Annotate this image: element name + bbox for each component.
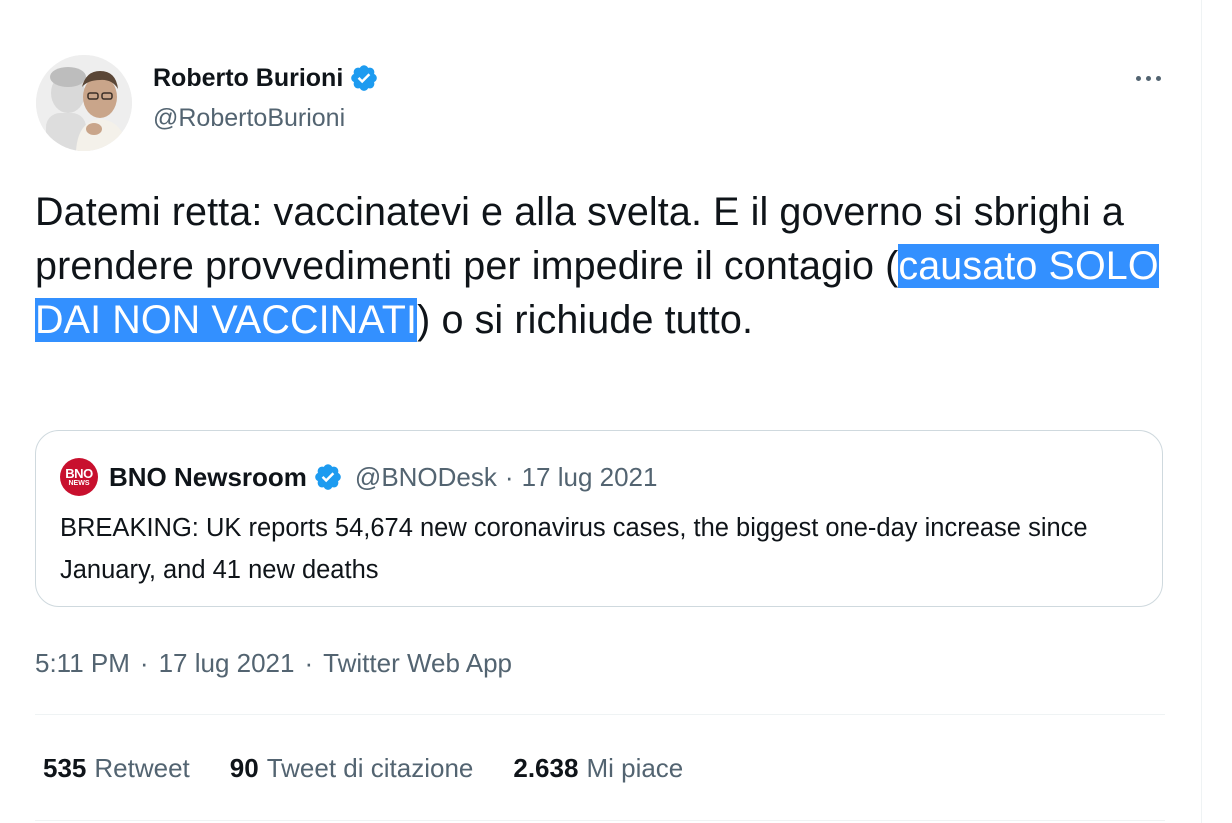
divider — [35, 820, 1165, 821]
bno-avatar[interactable]: BNO NEWS — [60, 458, 98, 496]
retweets-stat[interactable]: 535 Retweet — [43, 750, 190, 786]
avatar[interactable] — [36, 55, 132, 151]
more-dot-icon — [1135, 75, 1141, 81]
more-dot-icon — [1155, 75, 1161, 81]
likes-count: 2.638 — [513, 753, 579, 783]
more-dot-icon — [1145, 75, 1151, 81]
meta-separator: · — [304, 648, 314, 678]
verified-badge-icon — [351, 65, 378, 91]
likes-stat[interactable]: 2.638 Mi piace — [513, 750, 683, 786]
tweet-source[interactable]: Twitter Web App — [323, 645, 512, 681]
quoted-author-handle[interactable]: @BNODesk — [355, 462, 497, 493]
bno-avatar-text-top: BNO — [65, 465, 93, 481]
quoted-tweet-header: BNO NEWS BNO Newsroom @BNODesk · 17 lug … — [60, 457, 657, 497]
more-options-button[interactable] — [1128, 62, 1168, 94]
quote-tweets-label: Tweet di citazione — [266, 753, 474, 783]
author-name[interactable]: Roberto Burioni — [153, 60, 343, 96]
author-handle[interactable]: @RobertoBurioni — [153, 100, 345, 136]
avatar-photo-icon — [36, 55, 132, 151]
quote-tweets-count: 90 — [229, 753, 259, 783]
retweets-label: Retweet — [94, 753, 190, 783]
quoted-tweet-date[interactable]: 17 lug 2021 — [522, 462, 658, 493]
tweet-meta: 5:11 PM · 17 lug 2021 · Twitter Web App — [35, 645, 512, 681]
quote-tweets-stat[interactable]: 90 Tweet di citazione — [230, 750, 474, 786]
likes-label: Mi piace — [586, 753, 684, 783]
tweet-text-after: ) o si richiude tutto. — [417, 298, 754, 342]
quoted-tweet-card[interactable]: BNO NEWS BNO Newsroom @BNODesk · 17 lug … — [35, 430, 1163, 607]
quoted-author-name[interactable]: BNO Newsroom — [109, 462, 307, 493]
tweet-date[interactable]: 17 lug 2021 — [159, 645, 295, 681]
author-name-row[interactable]: Roberto Burioni — [153, 60, 379, 96]
verified-badge-icon — [315, 464, 341, 490]
quoted-separator: · — [504, 461, 514, 492]
bno-avatar-text-bottom: NEWS — [68, 479, 90, 487]
divider — [35, 714, 1165, 715]
frame-border — [1201, 0, 1202, 823]
tweet-time[interactable]: 5:11 PM — [35, 645, 130, 681]
meta-separator: · — [139, 648, 149, 678]
tweet-text: Datemi retta: vaccinatevi e alla svelta.… — [35, 185, 1165, 347]
quoted-tweet-text: BREAKING: UK reports 54,674 new coronavi… — [60, 514, 1088, 584]
retweets-count: 535 — [43, 753, 87, 783]
tweet-stats: 535 Retweet 90 Tweet di citazione 2.638 Mi … — [43, 750, 723, 786]
